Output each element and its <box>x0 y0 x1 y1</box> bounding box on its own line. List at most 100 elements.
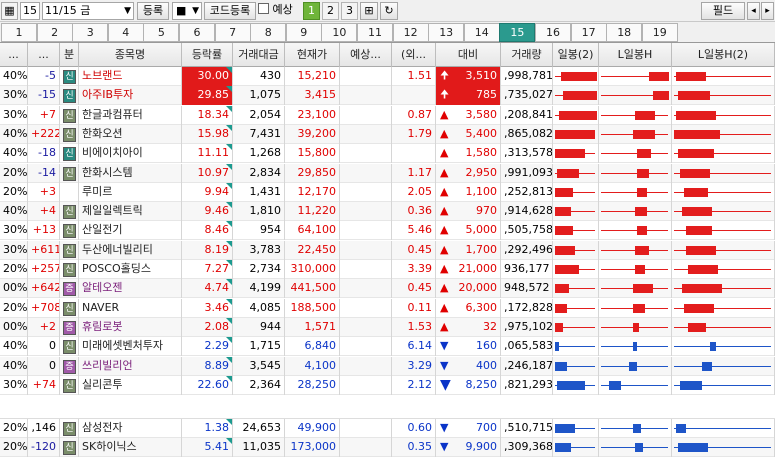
arrow-up-icon: ▲ <box>440 107 449 121</box>
trade-amount-cell: 3,783 <box>233 240 285 260</box>
table-row[interactable]: 40% +4 신 제일일렉트릭 9.46 1,810 11,220 0.36 ▲ 970 ,914,… <box>0 202 775 222</box>
stock-name-cell[interactable]: POSCO홀딩스 <box>79 260 182 279</box>
col-daily2-header[interactable]: 일봉(2) <box>553 43 599 67</box>
col-price-header[interactable]: 현재가 <box>285 43 340 67</box>
count-field[interactable]: 15 <box>20 2 40 20</box>
tab-1[interactable]: 1 <box>1 23 37 42</box>
type-cell: 신 <box>60 105 79 125</box>
stock-name-cell[interactable]: 실리콘투 <box>79 375 182 395</box>
col-a-header[interactable]: ... <box>0 43 28 67</box>
tab-7[interactable]: 7 <box>214 23 251 42</box>
col-foreign-header[interactable]: (외... <box>392 43 436 67</box>
col-type-header[interactable]: 분 <box>60 43 79 67</box>
tab-16[interactable]: 16 <box>535 23 571 42</box>
table-row[interactable]: 00% +2 증 휴림로봇 2.08 944 1,571 1.53 ▲ 32 ,975,102 <box>0 317 775 337</box>
col-daily-h2-header[interactable]: L일봉H(2) <box>672 43 775 67</box>
stock-name-cell[interactable]: 산일전기 <box>79 221 182 241</box>
table-row[interactable]: 30% +7 신 한글과컴퓨터 18.34 2,054 23,100 0.87 ▲ 3,580,2… <box>0 105 775 125</box>
scroll-right-button[interactable]: ▸ <box>761 2 774 20</box>
scroll-left-button[interactable]: ◂ <box>747 2 760 20</box>
table-row[interactable]: 30% +74 신 실리콘투 22.60 2,364 28,250 2.12 ▼ 8,250,82… <box>0 375 775 395</box>
register-button[interactable]: 등록 <box>137 2 169 20</box>
tab-14[interactable]: 14 <box>463 23 500 42</box>
field-button[interactable]: 필드 <box>701 2 745 20</box>
table-row[interactable]: 40% +222 신 한화오션 15.98 7,431 39,200 1.79 ▲ 5,400,8… <box>0 124 775 144</box>
foreign-cell: 0.35 <box>392 438 436 457</box>
tab-9[interactable]: 9 <box>285 23 322 42</box>
tab-10[interactable]: 10 <box>321 23 358 42</box>
price-cell: 12,170 <box>285 182 340 202</box>
stock-name-cell[interactable]: 두산에너빌리티 <box>79 240 182 260</box>
table-row[interactable]: 30% +13 신 산일전기 8.46 954 64,100 5.46 ▲ 5,000,505,7… <box>0 221 775 241</box>
stock-name-cell[interactable]: 아주IB투자 <box>79 86 182 106</box>
candle-chart <box>599 67 672 86</box>
stock-name-cell[interactable]: 알테오젠 <box>79 279 182 299</box>
col-amount-header[interactable]: 거래대금 <box>233 43 285 67</box>
stock-name-cell[interactable]: 쓰리빌리언 <box>79 356 182 376</box>
marker-icon <box>226 375 232 382</box>
forecast-toggle[interactable]: 예상 <box>258 2 298 20</box>
stock-name-cell[interactable]: 노브랜드 <box>79 67 182 86</box>
tab-3[interactable]: 3 <box>72 23 109 42</box>
table-row[interactable]: 20% +3 루미르 9.94 1,431 12,170 2.05 ▲ 1,100,252,81… <box>0 182 775 202</box>
stock-name-cell[interactable]: 미래에셋벤처투자 <box>79 337 182 357</box>
change-value: 5,400 <box>465 126 498 140</box>
tab-18[interactable]: 18 <box>606 23 643 42</box>
table-row[interactable]: 40% 0 신 미래에셋벤처투자 2.29 1,715 6,840 6.14 ▼ 160 ,065,… <box>0 337 775 357</box>
code-register-button[interactable]: 코드등록 <box>204 2 256 20</box>
page-button-2[interactable]: 2 <box>322 2 339 20</box>
tab-2[interactable]: 2 <box>36 23 73 42</box>
table-row[interactable]: 20% +257 신 POSCO홀딩스 7.27 2,734 310,000 3.39 ▲ 21,… <box>0 260 775 279</box>
tab-5[interactable]: 5 <box>143 23 180 42</box>
col-name-header[interactable]: 종목명 <box>79 43 182 67</box>
expected-cell <box>340 240 392 260</box>
stock-name-cell[interactable]: 한화시스템 <box>79 163 182 183</box>
page-button-1[interactable]: 1 <box>303 2 320 20</box>
change-value: 1,100 <box>465 184 498 198</box>
date-select[interactable]: 11/15 금 ▼ <box>42 2 134 20</box>
tab-17[interactable]: 17 <box>570 23 607 42</box>
arrow-down-icon: ▼ <box>440 339 449 353</box>
tab-13[interactable]: 13 <box>428 23 465 42</box>
col-rate-header[interactable]: 등락률 <box>182 43 233 67</box>
forecast-checkbox[interactable] <box>258 3 269 14</box>
page-button-3[interactable]: 3 <box>341 2 358 20</box>
change-value: 8,250 <box>465 377 498 391</box>
stock-name-cell[interactable]: 루미르 <box>79 182 182 202</box>
col-volume-header[interactable]: 거래량 <box>501 43 553 67</box>
export-icon[interactable]: ⊞ <box>360 2 378 20</box>
stock-name-cell[interactable]: 비에이치아이 <box>79 144 182 164</box>
tab-8[interactable]: 8 <box>250 23 287 42</box>
table-row[interactable]: 40% -5 신 노브랜드 30.00 430 15,210 1.51 🠉 3,510,998,7… <box>0 67 775 86</box>
table-row[interactable]: 30% -15 신 아주IB투자 29.85 1,075 3,415 🠉 785 ,735,027 <box>0 86 775 106</box>
table-row[interactable]: 40% 0 증 쓰리빌리언 8.89 3,545 4,100 3.29 ▼ 400 ,246,187 <box>0 356 775 376</box>
stock-name-cell[interactable]: NAVER <box>79 298 182 318</box>
stock-name-cell[interactable]: SK하이닉스 <box>79 438 182 457</box>
table-row[interactable]: 20% -120 신 SK하이닉스 5.41 11,035 173,000 0.35 ▼ 9,90… <box>0 438 775 457</box>
tab-6[interactable]: 6 <box>179 23 215 42</box>
tab-19[interactable]: 19 <box>641 23 678 42</box>
type-cell <box>60 182 79 202</box>
table-row[interactable]: 40% -18 신 비에이치아이 11.11 1,268 15,800 ▲ 1,580,313,… <box>0 144 775 164</box>
stock-name-cell[interactable]: 휴림로봇 <box>79 317 182 337</box>
stock-name-cell[interactable]: 한글과컴퓨터 <box>79 105 182 125</box>
stock-name-cell[interactable]: 한화오션 <box>79 124 182 144</box>
tab-12[interactable]: 12 <box>392 23 429 42</box>
stock-name-cell[interactable]: 제일일렉트릭 <box>79 202 182 222</box>
square-menu[interactable]: ■ ▼ <box>172 2 202 20</box>
table-row[interactable]: 30% +611 신 두산에너빌리티 8.19 3,783 22,450 0.45 ▲ 1,700… <box>0 240 775 260</box>
col-expected-header[interactable]: 예상... <box>340 43 392 67</box>
col-b-header[interactable]: ... <box>28 43 60 67</box>
grid-icon[interactable]: ▦ <box>1 2 18 20</box>
tab-11[interactable]: 11 <box>357 23 393 42</box>
ratio-cell: 40% <box>0 202 28 222</box>
expected-cell <box>340 67 392 86</box>
tab-4[interactable]: 4 <box>107 23 144 42</box>
table-row[interactable]: 20% -14 신 한화시스템 10.97 2,834 29,850 1.17 ▲ 2,950,9… <box>0 163 775 183</box>
table-row[interactable]: 00% +642 증 알테오젠 4.74 4,199 441,500 0.45 ▲ 20,000 9… <box>0 279 775 299</box>
table-row[interactable]: 20% +708 신 NAVER 3.46 4,085 188,500 0.11 ▲ 6,300,… <box>0 298 775 318</box>
col-change-header[interactable]: 대비 <box>436 43 501 67</box>
tab-15[interactable]: 15 <box>499 23 536 42</box>
col-daily-h-header[interactable]: L일봉H <box>599 43 672 67</box>
refresh-icon[interactable]: ↻ <box>380 2 398 20</box>
